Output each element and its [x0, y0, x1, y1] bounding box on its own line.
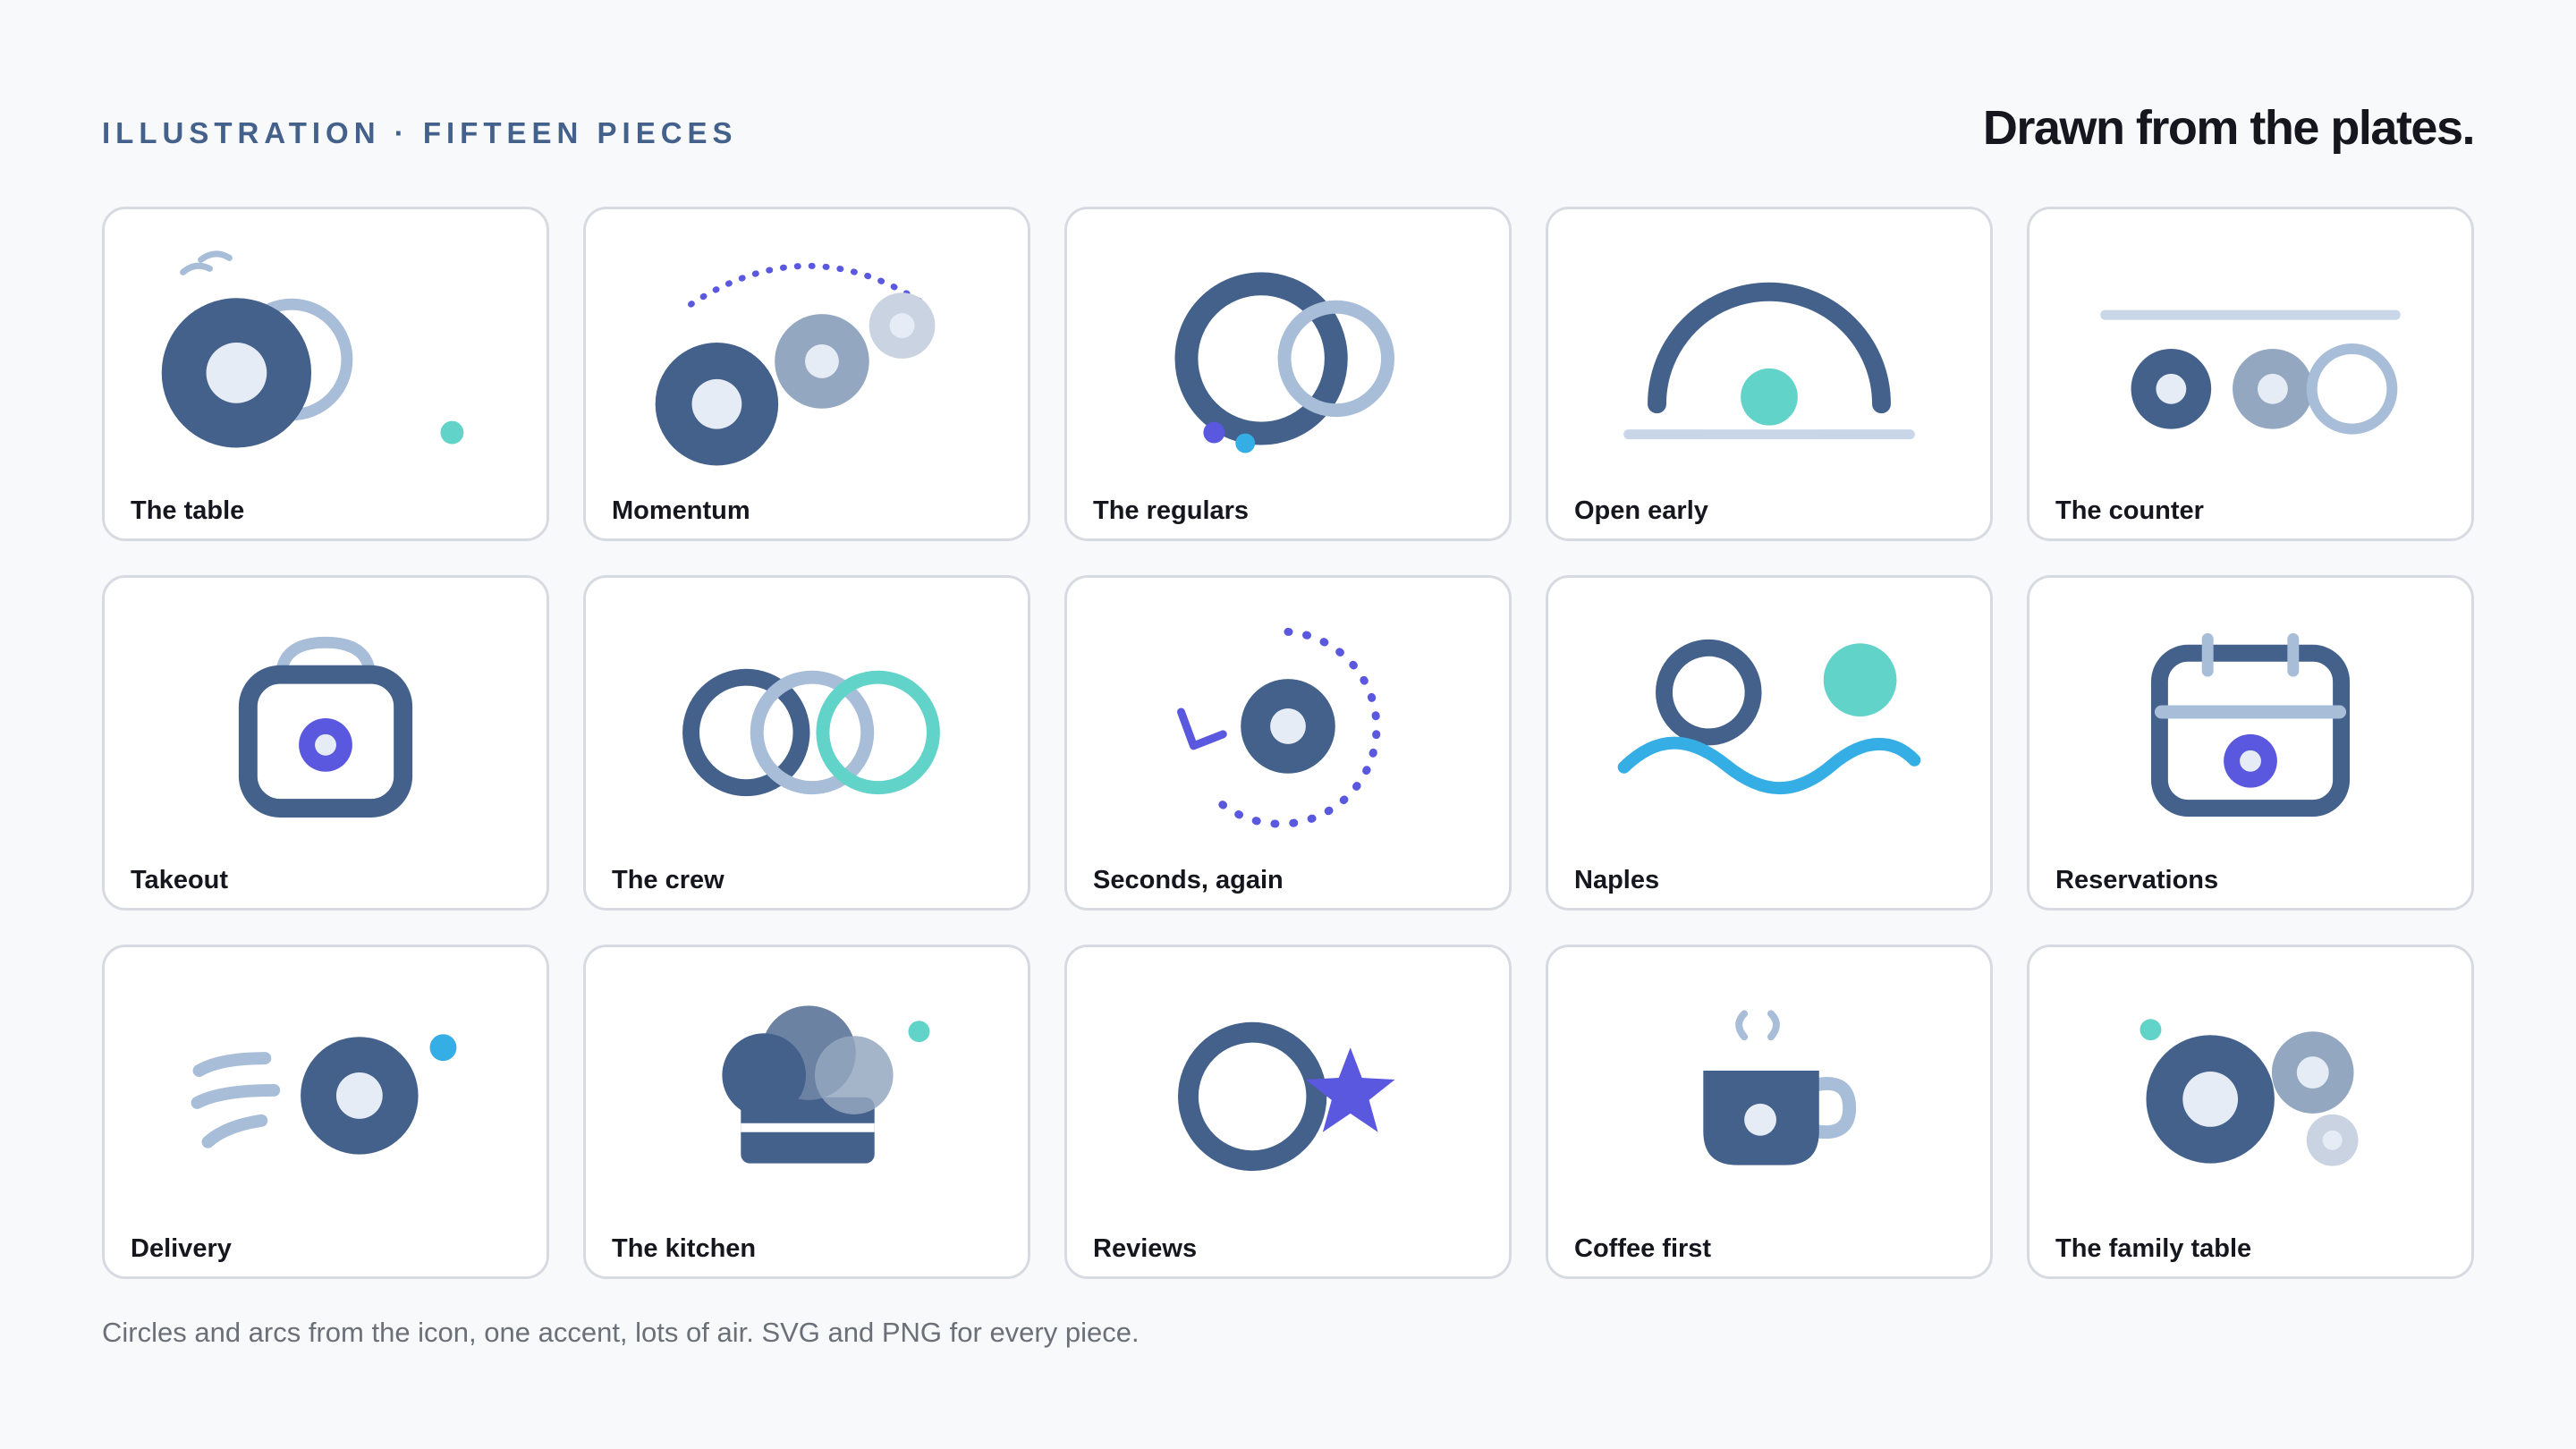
card-label: Seconds, again: [1093, 865, 1284, 894]
crew-rings-icon: [682, 669, 940, 797]
card-the-family-table[interactable]: The family table: [2027, 944, 2474, 1279]
card-label: Momentum: [612, 496, 750, 526]
card-coffee-first[interactable]: Coffee first: [1546, 944, 1993, 1279]
card-label: The crew: [612, 865, 724, 894]
counter-icon: [2100, 309, 2401, 435]
card-label: The counter: [2055, 496, 2204, 526]
card-label: Coffee first: [1574, 1234, 1712, 1263]
card-label: The regulars: [1093, 496, 1250, 526]
card-the-kitchen[interactable]: The kitchen: [583, 944, 1030, 1279]
family-plates-icon: [2140, 1018, 2359, 1166]
card-label: Reservations: [2055, 865, 2219, 894]
naples-waves-icon: [1617, 640, 1921, 795]
card-the-regulars[interactable]: The regulars: [1064, 207, 1512, 542]
card-reviews[interactable]: Reviews: [1064, 944, 1512, 1279]
card-naples[interactable]: Naples: [1546, 575, 1993, 911]
seconds-cycle-icon: [1177, 628, 1381, 828]
card-label: Reviews: [1093, 1234, 1198, 1263]
card-the-table[interactable]: The table: [102, 207, 549, 542]
takeout-bag-icon: [238, 637, 413, 818]
review-star-icon: [1177, 1021, 1395, 1171]
sunrise-icon: [1623, 282, 1915, 440]
illustration-grid: The table Momentum The regulars Open ear…: [102, 207, 2474, 1279]
page-title: Drawn from the plates.: [1982, 101, 2476, 155]
card-seconds-again[interactable]: Seconds, again: [1064, 575, 1512, 911]
card-the-crew[interactable]: The crew: [583, 575, 1030, 911]
momentum-icon: [655, 262, 936, 466]
chef-hat-icon: [722, 1004, 930, 1164]
card-delivery[interactable]: Delivery: [102, 944, 549, 1279]
card-the-counter[interactable]: The counter: [2027, 207, 2474, 542]
coffee-cup-icon: [1703, 1009, 1857, 1165]
card-label: Naples: [1574, 865, 1660, 894]
regulars-icon: [1174, 272, 1395, 453]
card-open-early[interactable]: Open early: [1546, 207, 1993, 542]
section-eyebrow: ILLUSTRATION · FIFTEEN PIECES: [102, 116, 738, 149]
card-label: The kitchen: [612, 1234, 757, 1263]
calendar-icon: [2150, 633, 2351, 818]
card-takeout[interactable]: Takeout: [102, 575, 549, 911]
card-label: Delivery: [131, 1234, 232, 1263]
card-label: Open early: [1574, 496, 1708, 526]
card-reservations[interactable]: Reservations: [2027, 575, 2474, 911]
card-label: The family table: [2055, 1234, 2252, 1263]
table-plates-icon: [161, 250, 464, 448]
card-label: Takeout: [131, 865, 229, 894]
card-label: The table: [131, 496, 245, 526]
footer-caption: Circles and arcs from the icon, one acce…: [102, 1317, 1140, 1348]
delivery-speed-icon: [191, 1033, 457, 1155]
card-momentum[interactable]: Momentum: [583, 207, 1030, 542]
